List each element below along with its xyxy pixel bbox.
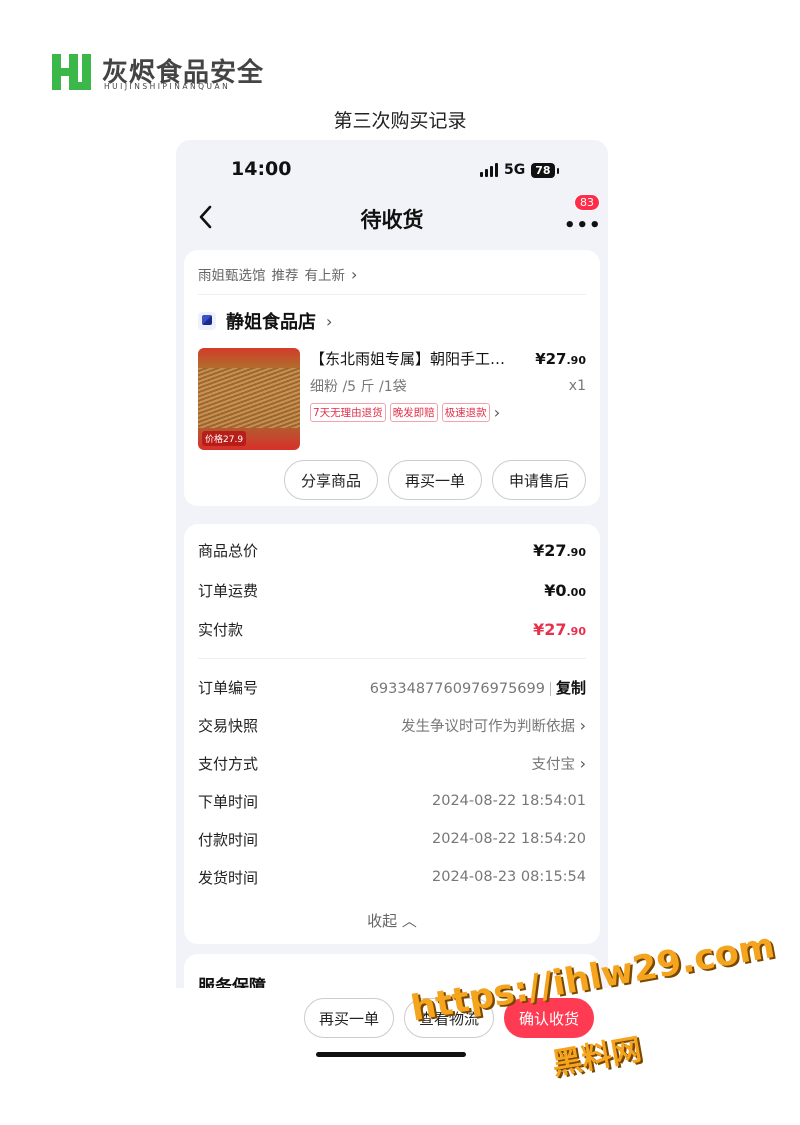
page-title: 待收货 — [360, 208, 424, 232]
divider — [198, 658, 586, 659]
payment-time-row: 付款时间 2024-08-22 18:54:20 — [198, 828, 586, 850]
payment-method-value: 支付宝 › — [531, 753, 586, 773]
noodle-image — [198, 368, 300, 428]
service-tags[interactable]: 7天无理由退货 晚发即赔 极速退款 › — [310, 403, 500, 422]
total-price-row: 商品总价 ¥27.90 — [198, 539, 586, 561]
page-caption: 第三次购买记录 — [333, 110, 467, 132]
order-card: 雨姐甄选馆 推荐 有上新 › 静姐食品店 › 价格27.9 【东北雨姐专属】朝阳手工粉… — [184, 250, 600, 506]
shipping-fee-row: 订单运费 ¥0.00 — [198, 579, 586, 601]
signal-icon — [480, 163, 498, 177]
ship-time-row: 发货时间 2024-08-23 08:15:54 — [198, 866, 586, 888]
paid-amount-row: 实付款 ¥27.90 — [198, 618, 586, 640]
product-price: ¥27.90 — [535, 350, 586, 368]
recommend-new: 有上新 — [304, 268, 346, 284]
paid-amount-label: 实付款 — [198, 620, 244, 639]
chevron-right-icon: › — [579, 715, 586, 735]
divider — [198, 294, 586, 295]
after-sale-button[interactable]: 申请售后 — [491, 460, 586, 500]
product-image[interactable]: 价格27.9 — [198, 348, 300, 450]
tag-fast-refund: 极速退款 — [441, 403, 490, 422]
status-time: 14:00 — [231, 158, 292, 180]
ship-time-label: 发货时间 — [198, 868, 259, 887]
home-indicator[interactable] — [316, 1052, 466, 1057]
notification-badge: 83 — [574, 194, 600, 211]
chevron-right-icon: › — [579, 753, 586, 773]
order-detail-card: 商品总价 ¥27.90 订单运费 ¥0.00 实付款 ¥27.90 订单编号 6… — [184, 524, 600, 944]
payment-method-label: 支付方式 — [198, 754, 259, 773]
collapse-label: 收起 — [367, 912, 398, 930]
order-actions: 分享商品 再买一单 申请售后 — [283, 460, 586, 500]
order-time-label: 下单时间 — [198, 792, 259, 811]
chevron-up-icon: ︿ — [401, 912, 417, 930]
brand-logo: 灰烬食品安全 HUIJINSHIPINANQUAN — [52, 50, 272, 96]
shop-link[interactable]: 静姐食品店 › — [198, 308, 332, 334]
collapse-toggle[interactable]: 收起 ︿ — [184, 910, 600, 931]
rebuy-button[interactable]: 再买一单 — [387, 460, 482, 500]
network-label: 5G — [504, 162, 526, 178]
status-bar-right: 5G 78 — [480, 160, 559, 180]
order-number-label: 订单编号 — [198, 678, 259, 697]
ship-time-value: 2024-08-23 08:15:54 — [432, 869, 586, 885]
order-number-row: 订单编号 6933487760976975699 复制 — [198, 676, 586, 698]
chevron-right-icon: › — [351, 265, 358, 284]
payment-method-row[interactable]: 支付方式 支付宝 › — [198, 752, 586, 774]
total-price-value: ¥27.90 — [533, 540, 586, 560]
brand-mark-icon — [52, 54, 91, 90]
chevron-right-icon: › — [493, 403, 501, 422]
total-price-label: 商品总价 — [198, 541, 259, 560]
tag-7day-return: 7天无理由退货 — [310, 403, 386, 422]
payment-time-label: 付款时间 — [198, 830, 259, 849]
snapshot-label: 交易快照 — [198, 716, 259, 735]
shipping-fee-value: ¥0.00 — [544, 580, 586, 600]
order-time-value: 2024-08-22 18:54:01 — [432, 793, 586, 809]
copy-button[interactable]: 复制 — [556, 679, 586, 697]
bottom-rebuy-button[interactable]: 再买一单 — [303, 998, 394, 1038]
product-quantity: x1 — [568, 378, 586, 394]
snapshot-row[interactable]: 交易快照 发生争议时可作为判断依据 › — [198, 714, 586, 736]
order-time-row: 下单时间 2024-08-22 18:54:01 — [198, 790, 586, 812]
share-product-button[interactable]: 分享商品 — [283, 460, 378, 500]
tag-late-ship-compensation: 晚发即赔 — [389, 403, 438, 422]
shipping-fee-label: 订单运费 — [198, 581, 259, 600]
product-image-price: 价格27.9 — [202, 431, 247, 446]
chevron-right-icon: › — [326, 311, 333, 331]
recommend-link[interactable]: 雨姐甄选馆 推荐 有上新 › — [198, 264, 363, 284]
recommend-tag: 推荐 — [271, 268, 299, 284]
more-dots-icon: ••• — [564, 215, 602, 236]
battery-icon: 78 — [531, 162, 559, 178]
recommend-source: 雨姐甄选馆 — [198, 268, 266, 284]
shop-name: 静姐食品店 — [226, 312, 316, 333]
product-spec: 细粉 /5 斤 /1袋 — [310, 379, 407, 395]
paid-amount-value: ¥27.90 — [533, 619, 586, 639]
brand-subtitle: HUIJINSHIPINANQUAN — [104, 82, 231, 91]
order-number-value: 6933487760976975699 复制 — [369, 678, 586, 697]
phone-screen: 14:00 5G 78 待收货 ••• 83 雨姐甄选馆 推荐 有上新 › 静姐食品店… — [176, 140, 608, 1060]
shop-logo-icon — [198, 312, 216, 330]
more-button[interactable]: ••• 83 — [562, 194, 601, 236]
payment-time-value: 2024-08-22 18:54:20 — [432, 831, 586, 847]
product-title[interactable]: 【东北雨姐专属】朝阳手工粉条 — [310, 348, 515, 369]
snapshot-value: 发生争议时可作为判断依据 › — [400, 715, 586, 735]
